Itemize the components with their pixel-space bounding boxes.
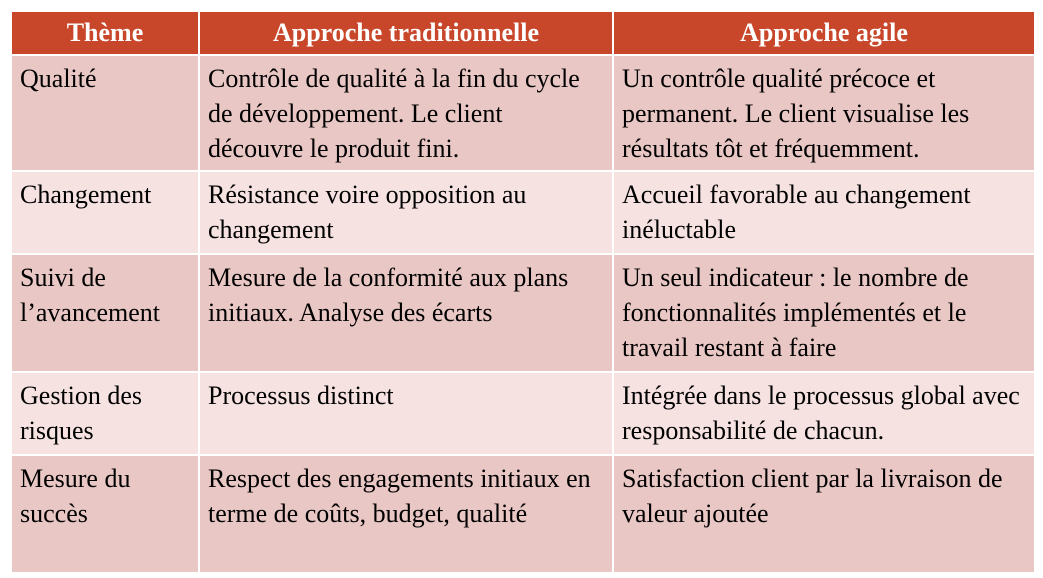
- header-cell-traditional: Approche traditionnelle: [198, 10, 614, 56]
- cell-traditional: Respect des engagements initiaux en term…: [198, 454, 614, 574]
- table-body: Qualité Contrôle de qualité à la fin du …: [10, 54, 1036, 574]
- cell-theme: Gestion des risques: [10, 371, 200, 456]
- header-cell-theme: Thème: [10, 10, 200, 56]
- table-row: Mesure du succès Respect des engagements…: [10, 454, 1036, 574]
- table-row: Gestion des risques Processus distinct I…: [10, 371, 1036, 456]
- cell-agile: Satisfaction client par la livraison de …: [612, 454, 1036, 574]
- cell-traditional: Contrôle de qualité à la fin du cycle de…: [198, 54, 614, 172]
- header-row: Thème Approche traditionnelle Approche a…: [10, 10, 1036, 56]
- cell-agile: Intégrée dans le processus global avec r…: [612, 371, 1036, 456]
- cell-theme: Changement: [10, 170, 200, 255]
- cell-agile: Un seul indicateur : le nombre de foncti…: [612, 253, 1036, 373]
- cell-traditional: Processus distinct: [198, 371, 614, 456]
- cell-agile: Accueil favorable au changement inélucta…: [612, 170, 1036, 255]
- cell-traditional: Résistance voire opposition au changemen…: [198, 170, 614, 255]
- cell-theme: Suivi de l’avancement: [10, 253, 200, 373]
- cell-theme: Qualité: [10, 54, 200, 172]
- cell-traditional: Mesure de la conformité aux plans initia…: [198, 253, 614, 373]
- comparison-table: Thème Approche traditionnelle Approche a…: [10, 10, 1036, 574]
- header-cell-agile: Approche agile: [612, 10, 1036, 56]
- table-row: Suivi de l’avancement Mesure de la confo…: [10, 253, 1036, 373]
- table-row: Changement Résistance voire opposition a…: [10, 170, 1036, 255]
- table-row: Qualité Contrôle de qualité à la fin du …: [10, 54, 1036, 172]
- table-header: Thème Approche traditionnelle Approche a…: [10, 10, 1036, 56]
- cell-theme: Mesure du succès: [10, 454, 200, 574]
- cell-agile: Un contrôle qualité précoce et permanent…: [612, 54, 1036, 172]
